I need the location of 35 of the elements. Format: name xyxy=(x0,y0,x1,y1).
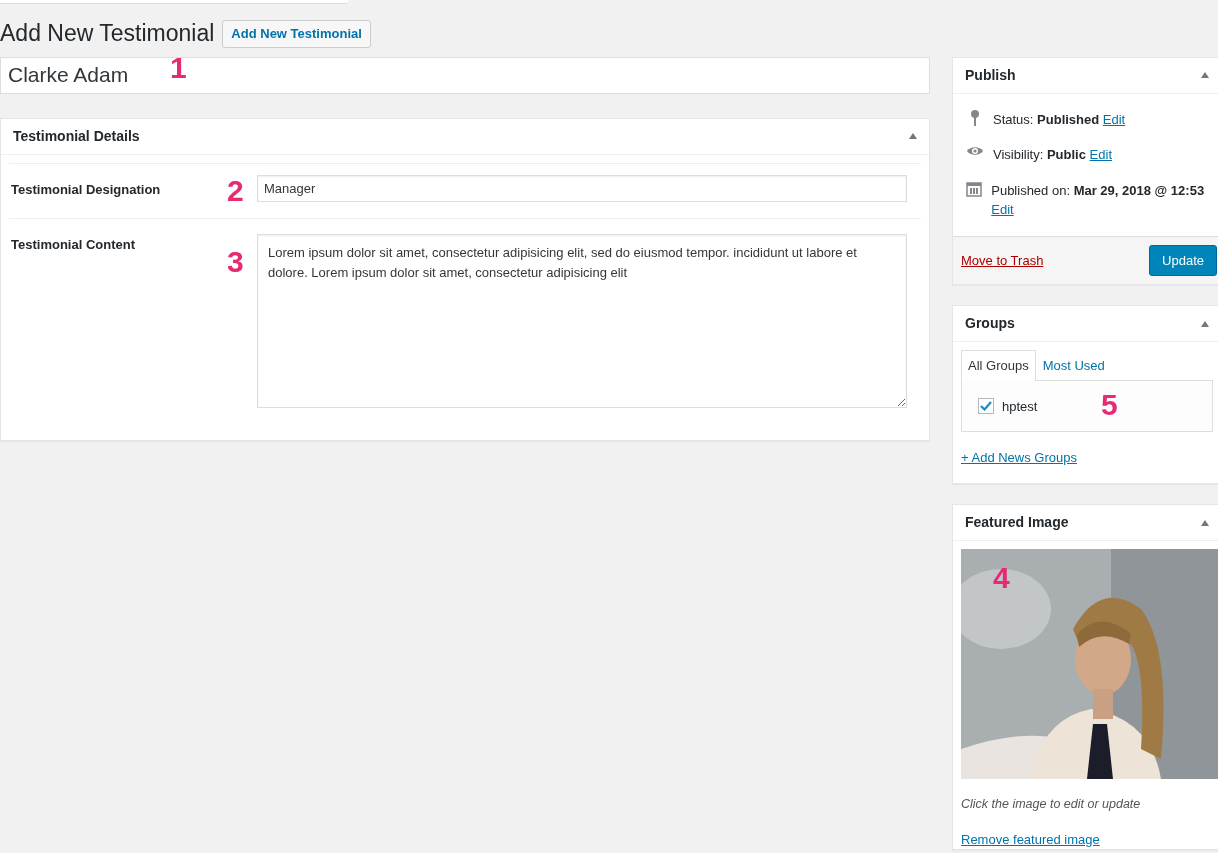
collapse-icon[interactable] xyxy=(1201,72,1209,79)
publish-info: Status: Published Edit xyxy=(993,110,1126,129)
group-tab[interactable]: All Groups xyxy=(961,350,1036,381)
field-label: Testimonial Designation xyxy=(11,181,161,197)
publish-info: Published on: Mar 29, 2018 @ 12:53 Edit xyxy=(991,181,1206,220)
edit-link[interactable]: Edit xyxy=(991,202,1014,218)
collapse-icon[interactable] xyxy=(909,133,917,140)
group-label: hptest xyxy=(1002,397,1038,416)
eye-icon xyxy=(965,145,985,158)
panel-title: Groups xyxy=(965,315,1015,332)
image-hint: Click the image to edit or update xyxy=(961,796,1142,814)
collapse-icon[interactable] xyxy=(1201,320,1209,327)
callout-number: 2 xyxy=(227,175,244,206)
update-button[interactable]: Update xyxy=(1149,244,1217,277)
calendar-icon xyxy=(965,180,984,197)
designation-field[interactable]: Manager xyxy=(257,174,907,202)
callout-number: 4 xyxy=(993,563,1010,594)
callout-number: 3 xyxy=(227,246,244,277)
remove-image-link[interactable]: Remove featured image xyxy=(961,829,1100,850)
edit-link[interactable]: Edit xyxy=(1102,111,1126,127)
checkbox[interactable] xyxy=(978,398,994,415)
add-new-button[interactable]: Add New Testimonial xyxy=(222,20,371,48)
edit-link[interactable]: Edit xyxy=(1089,147,1112,163)
page-title: Add New Testimonial xyxy=(0,20,215,48)
add-groups-link[interactable]: + Add News Groups xyxy=(961,447,1077,468)
content-field[interactable]: Lorem ipsum dolor sit amet, consectetur adipisicing elit, sed do eiusmod tempor. incididunt ut labore et dolore. Lorem ipsum dolor sit amet, consectetur adipisicing elit xyxy=(257,233,907,408)
group-tab[interactable]: Most Used xyxy=(1035,350,1112,381)
move-to-trash-link[interactable]: Move to Trash xyxy=(961,250,1044,271)
publish-info: Visibility: Public Edit xyxy=(993,146,1112,165)
panel-title: Testimonial Details xyxy=(13,127,140,145)
collapse-icon[interactable] xyxy=(1201,519,1209,526)
callout-number: 5 xyxy=(1101,390,1118,421)
panel-title: Featured Image xyxy=(965,514,1069,531)
field-label: Testimonial Content xyxy=(11,236,135,252)
panel-title: Publish xyxy=(965,66,1016,84)
